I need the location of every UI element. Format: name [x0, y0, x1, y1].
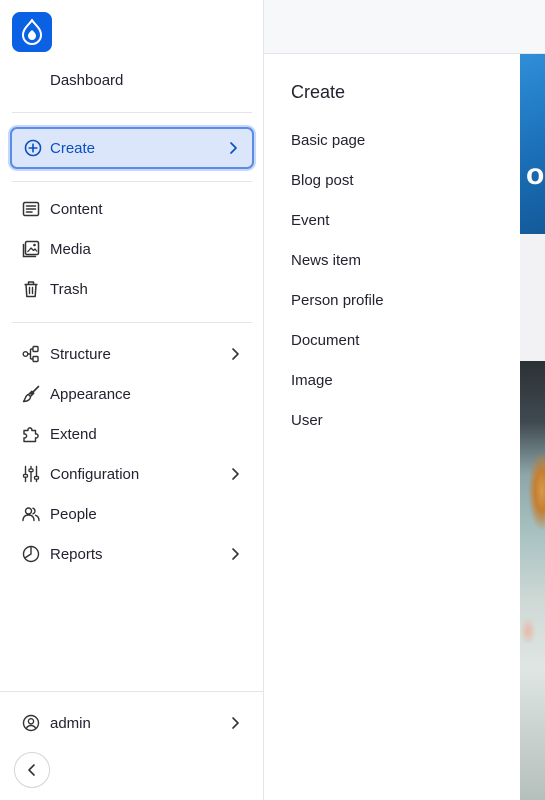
sidebar-item-content[interactable]: Content [12, 193, 252, 225]
sidebar-item-extend[interactable]: Extend [12, 418, 252, 450]
plus-circle-icon [24, 139, 42, 157]
people-icon [22, 505, 40, 523]
sidebar-item-reports[interactable]: Reports [12, 538, 252, 570]
user-name-label: admin [50, 715, 91, 732]
create-label: Create [50, 140, 96, 157]
drupal-logo-icon[interactable] [12, 12, 52, 52]
divider [12, 322, 252, 323]
hero-photo [520, 361, 545, 800]
user-circle-icon [22, 714, 40, 732]
create-news-item-link[interactable]: News item [291, 252, 361, 269]
chevron-right-icon [226, 141, 240, 155]
content-icon [22, 200, 40, 218]
sidebar-item-configuration[interactable]: Configuration [12, 458, 252, 490]
structure-icon [22, 345, 40, 363]
flyout-title: Create [291, 82, 346, 102]
divider [12, 181, 252, 182]
page-section [520, 234, 545, 361]
puzzle-icon [22, 425, 40, 443]
sidebar-item-people[interactable]: People [12, 498, 252, 530]
create-person-profile-link[interactable]: Person profile [291, 292, 384, 309]
create-user-link[interactable]: User [291, 412, 323, 429]
sidebar-item-appearance[interactable]: Appearance [12, 378, 252, 410]
sidebar-item-label: Content [50, 201, 103, 218]
pie-chart-icon [22, 545, 40, 563]
dashboard-link[interactable]: Dashboard [50, 72, 123, 89]
hero-banner [520, 54, 545, 234]
chevron-right-icon [228, 347, 242, 361]
page-top-bar [264, 0, 545, 54]
sidebar-item-label: Media [50, 241, 91, 258]
sidebar-item-trash[interactable]: Trash [12, 273, 252, 305]
divider [12, 112, 252, 113]
brush-icon [22, 385, 40, 403]
create-basic-page-link[interactable]: Basic page [291, 132, 365, 149]
chevron-left-icon [25, 763, 39, 777]
sidebar-item-label: Configuration [50, 466, 140, 483]
collapse-sidebar-button[interactable] [14, 752, 50, 788]
sidebar-item-media[interactable]: Media [12, 233, 252, 265]
sidebar-item-label: Extend [50, 426, 97, 443]
sidebar-item-structure[interactable]: Structure [12, 338, 252, 370]
sidebar-item-label: Trash [50, 281, 88, 298]
user-menu-admin[interactable]: admin [12, 707, 252, 739]
sidebar-item-label: Appearance [50, 386, 131, 403]
chevron-right-icon [228, 547, 242, 561]
create-event-link[interactable]: Event [291, 212, 329, 229]
hero-text: ou [526, 158, 545, 191]
media-icon [22, 240, 40, 258]
admin-sidebar: Dashboard Create Content Media Trash Str… [0, 0, 264, 800]
sliders-icon [22, 465, 40, 483]
create-flyout-menu: Create Basic page Blog post Event News i… [264, 54, 520, 800]
sidebar-item-label: Reports [50, 546, 103, 563]
create-image-link[interactable]: Image [291, 372, 333, 389]
chevron-right-icon [228, 467, 242, 481]
sidebar-item-label: Structure [50, 346, 111, 363]
divider [0, 691, 264, 692]
trash-icon [22, 280, 40, 298]
chevron-right-icon [228, 716, 242, 730]
create-menu-button[interactable]: Create [10, 127, 254, 169]
create-document-link[interactable]: Document [291, 332, 359, 349]
sidebar-item-label: People [50, 506, 97, 523]
create-blog-post-link[interactable]: Blog post [291, 172, 354, 189]
